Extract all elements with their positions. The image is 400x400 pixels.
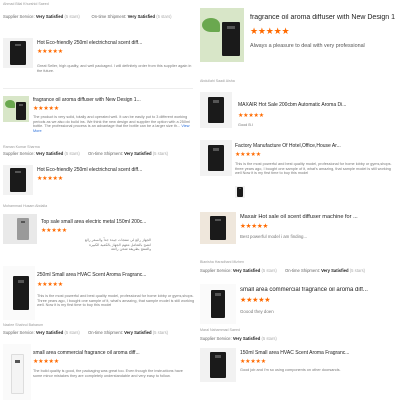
- product-title-link[interactable]: 150ml Small area HVAC Scent Aroma Fragra…: [240, 350, 398, 356]
- product-title-link[interactable]: Hot Eco-friendly 250ml electrichcnal sce…: [37, 40, 187, 46]
- star-rating: ★★★★★: [240, 223, 269, 230]
- diffuser-image: [237, 187, 243, 197]
- product-thumbnail[interactable]: [3, 266, 35, 320]
- review-text: This is the most powerful and best quali…: [235, 162, 392, 176]
- product-title-link[interactable]: fragrance oil aroma diffuser with New De…: [33, 97, 183, 103]
- reviewer-name: Nazlee Shahrul Baharum: [3, 323, 44, 327]
- diffuser-image: [10, 168, 26, 192]
- product-thumbnail[interactable]: [200, 212, 236, 244]
- product-thumbnail[interactable]: [200, 348, 236, 382]
- product-title-link[interactable]: fragrance oil aroma diffuser with New De…: [250, 14, 398, 21]
- product-title-link[interactable]: small area commercial fragrance oil arom…: [33, 350, 183, 356]
- star-rating: ★★★★★: [37, 282, 63, 288]
- star-rating: ★★★★★: [240, 359, 266, 365]
- diffuser-image: [211, 290, 225, 318]
- star-rating: ★★★★★: [37, 49, 63, 55]
- diffuser-image: [17, 218, 29, 240]
- product-thumbnail[interactable]: [3, 38, 33, 68]
- diffuser-image: [208, 145, 224, 171]
- diffuser-image: [13, 276, 29, 310]
- star-rating: ★★★★★: [33, 106, 59, 112]
- review-text: Good job and I'm so using components on …: [240, 368, 341, 372]
- diffuser-image: [208, 97, 224, 123]
- rating-summary: Supplier Service: Very Satisfied (5 star…: [3, 151, 169, 156]
- product-title-link[interactable]: Maxair Hot sale oil scent diffuser machi…: [240, 214, 398, 220]
- star-rating: ★★★★★: [238, 113, 264, 119]
- diffuser-image: [16, 102, 26, 120]
- star-rating: ★★★★★: [250, 26, 290, 36]
- reviewer-name: Mohammad Husam Abdalla: [3, 204, 48, 208]
- review-photo[interactable]: [235, 186, 245, 198]
- rating-summary: Supplier Service: Very Satisfied (5 star…: [200, 268, 366, 273]
- review-text: Best powerful model i am finding...: [240, 234, 308, 239]
- star-rating: ★★★★★: [41, 228, 67, 234]
- star-rating: ★★★★★: [235, 152, 261, 158]
- review-text: Always a pleasure to deal with very prof…: [250, 43, 365, 49]
- divider: [3, 88, 193, 89]
- plant-icon: [202, 18, 220, 32]
- rating-summary: Supplier Service: Very Satisfied (5 star…: [3, 330, 169, 335]
- product-title-link[interactable]: small area commercial fragrance oil arom…: [240, 287, 398, 293]
- reviewer-name: Abdullahi Saadi Aisha: [200, 79, 235, 83]
- review-text: Good B.I: [238, 123, 253, 127]
- star-rating: ★★★★★: [33, 359, 59, 365]
- product-title-link[interactable]: 250ml Small area HVAC Scent Aroma Fragra…: [37, 272, 187, 278]
- product-thumbnail[interactable]: [3, 96, 29, 122]
- review-text: Goood they doen: [240, 309, 274, 314]
- review-text: الجهاز رائع لي منتجات جيدة جداً والسعر ر…: [84, 238, 151, 252]
- product-thumbnail[interactable]: [200, 92, 232, 128]
- diffuser-image: [11, 354, 24, 394]
- rating-summary: Supplier Service: Very Satisfied (5 star…: [200, 336, 277, 341]
- product-title-link[interactable]: MAXAIR Hot Sale 200cbm Automatic Aroma D…: [238, 102, 398, 108]
- plant-icon: [5, 100, 15, 108]
- diffuser-image: [210, 352, 226, 378]
- product-thumbnail[interactable]: [3, 214, 37, 244]
- review-text: This is the most powerful and best quali…: [37, 294, 195, 308]
- diffuser-image: [10, 41, 26, 65]
- review-text: The product is very solid, totally and o…: [33, 115, 190, 134]
- reviewer-name: Ahmad Bilal Khurshid Saeed: [3, 2, 49, 6]
- product-thumbnail[interactable]: [3, 165, 33, 195]
- reviewer-name: Raman Kumar Sharma: [3, 145, 40, 149]
- review-text: Great Seller, high quality, and well pac…: [37, 64, 192, 73]
- product-title-link[interactable]: Top sale small area electric metal 150ml…: [41, 219, 191, 225]
- reviewer-name: Bianisha Haradhani Mizhen: [200, 260, 244, 264]
- diffuser-image: [222, 22, 240, 56]
- product-thumbnail[interactable]: [200, 8, 244, 62]
- review-text: The build quality is good, the packaging…: [33, 369, 183, 378]
- rating-summary: Supplier Service: Very Satisfied (5 star…: [3, 14, 172, 19]
- diffuser-image: [210, 216, 226, 240]
- star-rating: ★★★★★: [240, 297, 271, 304]
- product-thumbnail[interactable]: [3, 344, 31, 400]
- product-title-link[interactable]: Factory Manufacture Of Hotel,Office,Hous…: [235, 143, 395, 149]
- product-title-link[interactable]: Hot Eco-friendly 250ml electrichcnal sce…: [37, 167, 187, 173]
- star-rating: ★★★★★: [37, 176, 63, 182]
- product-thumbnail[interactable]: [200, 284, 236, 324]
- reviewer-name: Maral Nahammad Saeed: [200, 328, 240, 332]
- product-thumbnail[interactable]: [200, 140, 232, 176]
